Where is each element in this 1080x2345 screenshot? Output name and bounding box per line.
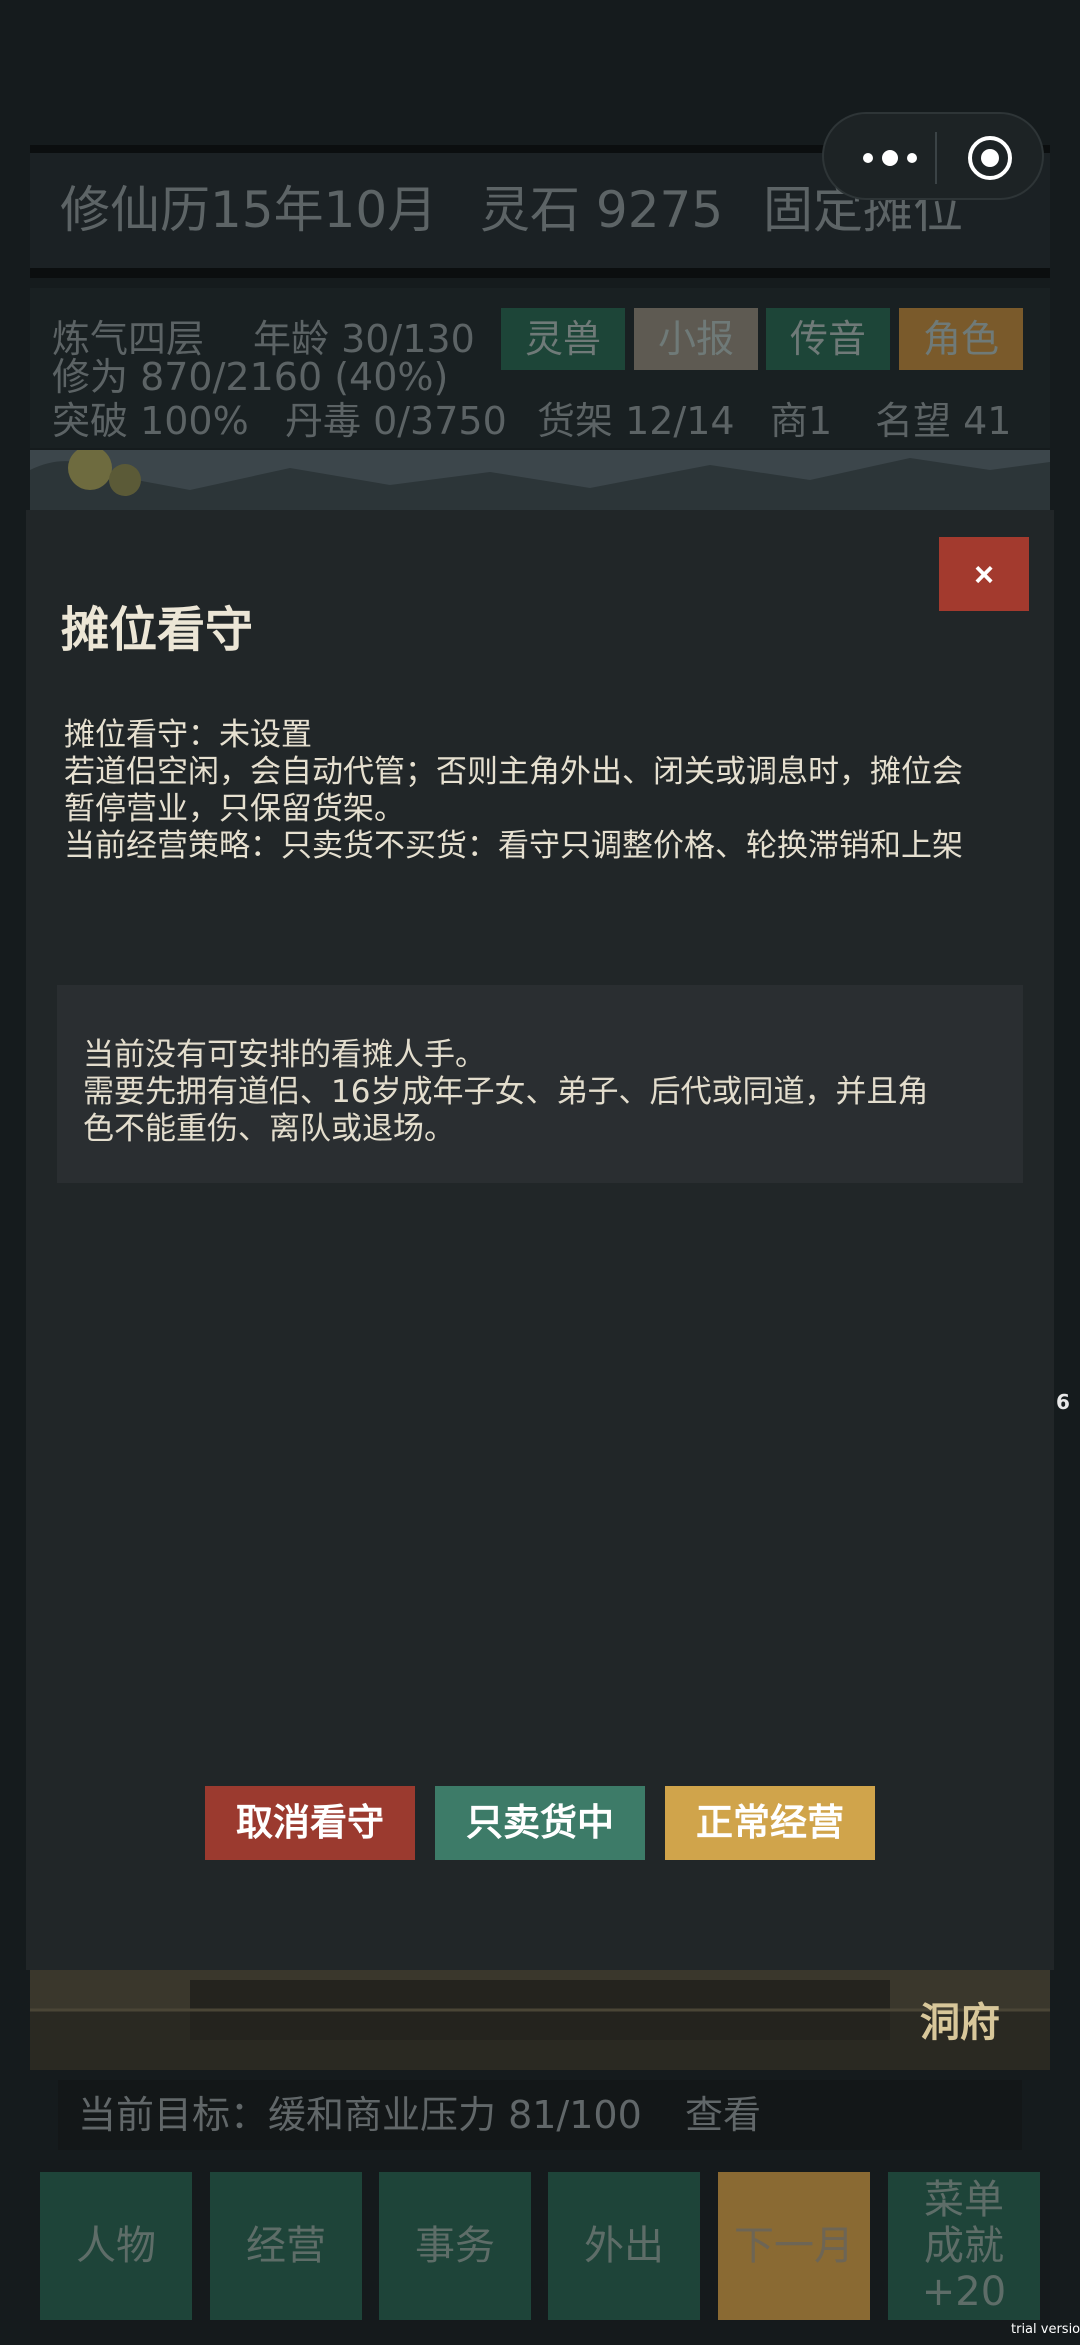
background-number: 6: [1056, 1390, 1070, 1414]
stall-guard-dialog: × 摊位看守 摊位看守：未设置 若道侣空闲，会自动代管；否则主角外出、闭关或调息…: [26, 510, 1054, 1970]
goal-text: 当前目标：缓和商业压力 81/100: [78, 2093, 642, 2137]
spirit-stone-count: 灵石 9275: [480, 181, 724, 239]
nav-next-month-label: 下一月: [734, 2223, 854, 2269]
scene-background: [30, 450, 1050, 510]
mountain-scenery: [30, 450, 1050, 510]
notice-line: 需要先拥有道侣、16岁成年子女、弟子、后代或同道，并且角: [83, 1074, 929, 1110]
nav-character[interactable]: 人物: [40, 2172, 192, 2320]
no-helper-notice: 当前没有可安排的看摊人手。 需要先拥有道侣、16岁成年子女、弟子、后代或同道，并…: [57, 985, 1023, 1183]
nav-affairs[interactable]: 事务: [379, 2172, 531, 2320]
sell-only-button[interactable]: 只卖货中: [435, 1786, 645, 1860]
newsletter-button[interactable]: 小报: [634, 308, 758, 370]
nav-next-month[interactable]: 下一月: [718, 2172, 870, 2320]
nav-outing[interactable]: 外出: [548, 2172, 700, 2320]
close-button[interactable]: ×: [939, 537, 1029, 611]
fame-label: 名望 41: [875, 399, 1012, 443]
notice-line: 色不能重伤、离队或退场。: [83, 1111, 455, 1147]
pill-poison-label: 丹毒 0/3750: [285, 399, 507, 443]
spirit-beast-button[interactable]: 灵兽: [501, 308, 625, 370]
bottom-nav: 人物 经营 事务 外出 下一月 菜单 成就+20: [30, 2160, 1050, 2345]
breakthrough-label: 突破 100%: [52, 399, 249, 443]
info-line: 摊位看守：未设置: [64, 717, 312, 753]
normal-business-button[interactable]: 正常经营: [665, 1786, 875, 1860]
cave-dwelling-scene: [30, 1970, 1050, 2070]
cancel-guard-button[interactable]: 取消看守: [205, 1786, 415, 1860]
shelf-count-label: 货架 12/14: [537, 399, 735, 443]
guard-info: 摊位看守：未设置 若道侣空闲，会自动代管；否则主角外出、闭关或调息时，摊位会 暂…: [64, 717, 1039, 865]
trial-watermark: trial version: [1011, 2322, 1080, 2337]
capsule-separator: [935, 132, 937, 184]
current-goal-bar: 当前目标：缓和商业压力 81/100 查看: [58, 2080, 1022, 2150]
nav-business-label: 经营: [246, 2223, 326, 2269]
info-line: 若道侣空闲，会自动代管；否则主角外出、闭关或调息时，摊位会: [64, 754, 963, 790]
nav-achievement-label: 成就+20: [921, 2223, 1007, 2315]
miniprogram-capsule: [822, 112, 1044, 200]
character-status-panel: 炼气四层 年龄 30/130 修为 870/2160 (40%) 突破 100%…: [30, 288, 1050, 448]
merchant-rank-label: 商1: [770, 399, 833, 443]
game-date: 修仙历15年10月: [60, 181, 438, 239]
nav-outing-label: 外出: [584, 2223, 664, 2269]
dongfu-sign[interactable]: 洞府: [920, 1990, 1000, 2048]
cave-scenery: [30, 1970, 1050, 2070]
nav-business[interactable]: 经营: [210, 2172, 362, 2320]
nav-menu-label: 菜单: [924, 2177, 1004, 2223]
nav-character-label: 人物: [76, 2223, 156, 2269]
dialog-title: 摊位看守: [61, 602, 254, 658]
info-line: 当前经营策略：只卖货不买货：看守只调整价格、轮换滞销和上架: [64, 828, 963, 864]
nav-menu[interactable]: 菜单 成就+20: [888, 2172, 1040, 2320]
message-button[interactable]: 传音: [766, 308, 890, 370]
more-dots-icon[interactable]: [854, 140, 934, 176]
target-circle-icon[interactable]: [967, 135, 1013, 181]
goal-view-link[interactable]: 查看: [685, 2080, 761, 2150]
character-button[interactable]: 角色: [899, 308, 1023, 370]
info-line: 暂停营业，只保留货架。: [64, 791, 405, 827]
nav-affairs-label: 事务: [415, 2223, 495, 2269]
notice-line: 当前没有可安排的看摊人手。: [83, 1037, 486, 1073]
